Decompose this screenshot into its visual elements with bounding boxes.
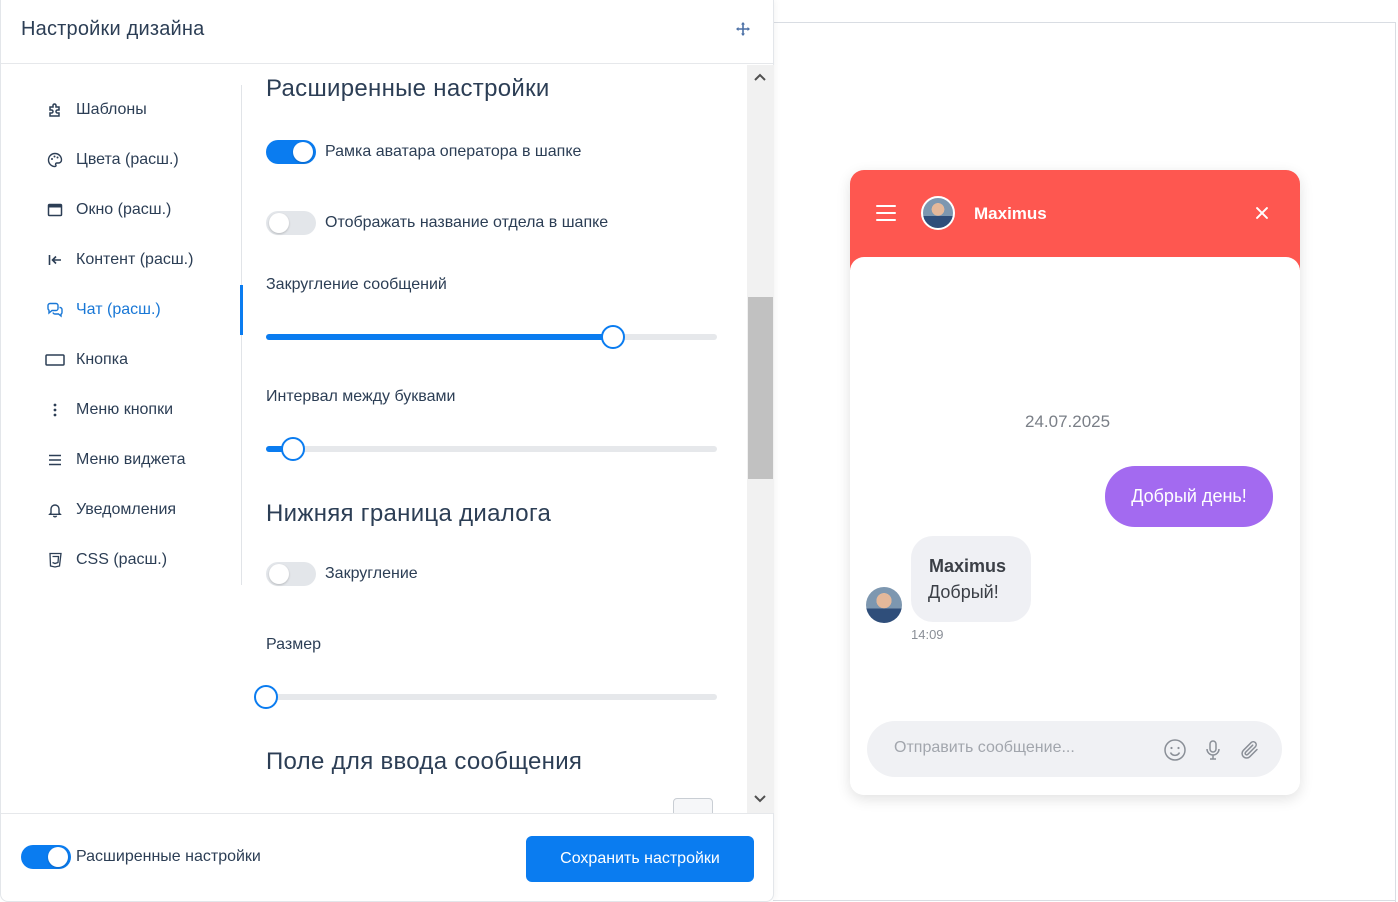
preview-frame-right [1395,22,1396,902]
dots-vertical-icon [45,400,65,420]
operator-avatar [921,196,955,230]
sidebar-item-content[interactable]: Контент (расш.) [45,235,193,285]
dept-name-setting: Отображать название отдела в шапке [266,211,608,235]
message-input-heading: Поле для ввода сообщения [266,748,583,775]
message-input-bar[interactable]: Отправить сообщение... [867,721,1282,777]
css-icon [45,550,65,570]
bottom-rounding-setting: Закругление [266,562,418,586]
chat-date: 24.07.2025 [1025,412,1111,431]
sidebar-item-button-menu[interactable]: Меню кнопки [45,385,173,435]
bottom-rounding-label: Закругление [325,565,418,582]
chat-bubbles-icon [45,300,65,320]
panel-footer: Расширенные настройки Сохранить настройк… [1,813,773,901]
panel-header: Настройки дизайна [1,0,773,64]
paperclip-icon[interactable] [1238,738,1262,762]
avatar-frame-toggle[interactable] [266,140,316,164]
panel-title: Настройки дизайна [21,18,205,40]
advanced-mode-setting: Расширенные настройки [21,845,261,869]
scrollbar-thumb[interactable] [748,297,773,479]
outgoing-message-text: Добрый день! [1131,486,1247,506]
sidebar-item-label: Шаблоны [76,101,147,118]
emoji-icon[interactable] [1163,738,1187,762]
close-icon[interactable] [1253,204,1271,222]
settings-scrollbar[interactable] [747,65,774,813]
bell-icon [45,500,65,520]
sidebar-item-colors[interactable]: Цвета (расш.) [45,135,179,185]
rounding-slider-fill [266,334,614,340]
preview-frame-bottom [773,900,1395,901]
design-settings-panel: Настройки дизайна Шаблоны Цвета (расш.) … [0,0,774,902]
message-avatar [866,587,902,623]
sidebar-item-label: Уведомления [76,501,177,518]
nav-divider [241,85,242,585]
operator-name: Maximus [974,204,1047,223]
sidebar-item-notifications[interactable]: Уведомления [45,485,176,535]
button-rect-icon [45,350,65,370]
hamburger-menu-icon[interactable] [876,205,896,221]
sidebar-item-css[interactable]: CSS (расш.) [45,535,167,585]
color-picker-swatch[interactable] [673,798,713,813]
save-settings-button[interactable]: Сохранить настройки [526,836,754,882]
preview-frame-top [773,22,1395,23]
palette-icon [45,150,65,170]
sidebar-item-label: Кнопка [76,351,128,368]
scroll-down-icon[interactable] [754,791,766,807]
message-input-placeholder[interactable]: Отправить сообщение... [894,739,1075,757]
avatar-frame-label: Рамка аватара оператора в шапке [325,143,582,160]
avatar-frame-setting: Рамка аватара оператора в шапке [266,140,581,164]
sidebar-item-label: Цвета (расш.) [76,151,179,168]
letter-spacing-label: Интервал между буквами [266,388,456,405]
sidebar-item-label: CSS (расш.) [76,551,168,568]
microphone-icon[interactable] [1201,738,1225,762]
sidebar-item-label: Окно (расш.) [76,201,172,218]
letter-spacing-slider[interactable] [266,437,717,461]
size-slider-thumb[interactable] [254,685,278,709]
outgoing-message: Добрый день! [1105,466,1273,527]
dept-name-label: Отображать название отдела в шапке [325,214,609,231]
sidebar-item-label: Меню кнопки [76,401,174,418]
bottom-rounding-toggle[interactable] [266,562,316,586]
sidebar-item-templates[interactable]: Шаблоны [45,85,147,135]
size-label: Размер [266,636,321,653]
scroll-up-icon[interactable] [754,69,766,85]
incoming-sender-name: Maximus [929,556,1007,576]
sidebar-item-button[interactable]: Кнопка [45,335,128,385]
sidebar-item-chat[interactable]: Чат (расш.) [45,285,161,335]
size-slider[interactable] [254,685,717,709]
dept-name-toggle[interactable] [266,211,316,235]
advanced-mode-label: Расширенные настройки [76,848,261,865]
settings-content: Расширенные настройки Рамка аватара опер… [243,65,747,813]
sidebar-item-label: Контент (расш.) [76,251,194,268]
widget-header [850,170,1300,270]
incoming-message-text: Добрый! [928,582,999,602]
sidebar-item-window[interactable]: Окно (расш.) [45,185,171,235]
advanced-mode-toggle[interactable] [21,845,71,869]
advanced-settings-heading: Расширенные настройки [266,75,550,102]
sidebar-item-label: Чат (расш.) [76,301,161,318]
rounding-label: Закругление сообщений [266,276,447,293]
rounding-slider-thumb[interactable] [601,325,626,349]
rounding-slider[interactable] [266,325,717,349]
sidebar-item-label: Меню виджета [76,451,186,468]
move-icon[interactable] [734,21,752,39]
letter-spacing-slider-thumb[interactable] [281,437,306,461]
arrow-left-bar-icon [45,250,65,270]
incoming-message: Maximus Добрый! [911,536,1031,622]
dialog-bottom-heading: Нижняя граница диалога [266,500,552,527]
menu-lines-icon [45,450,65,470]
sidebar-item-widget-menu[interactable]: Меню виджета [45,435,186,485]
window-icon [45,200,65,220]
message-time: 14:09 [911,627,944,642]
puzzle-icon [45,100,65,120]
